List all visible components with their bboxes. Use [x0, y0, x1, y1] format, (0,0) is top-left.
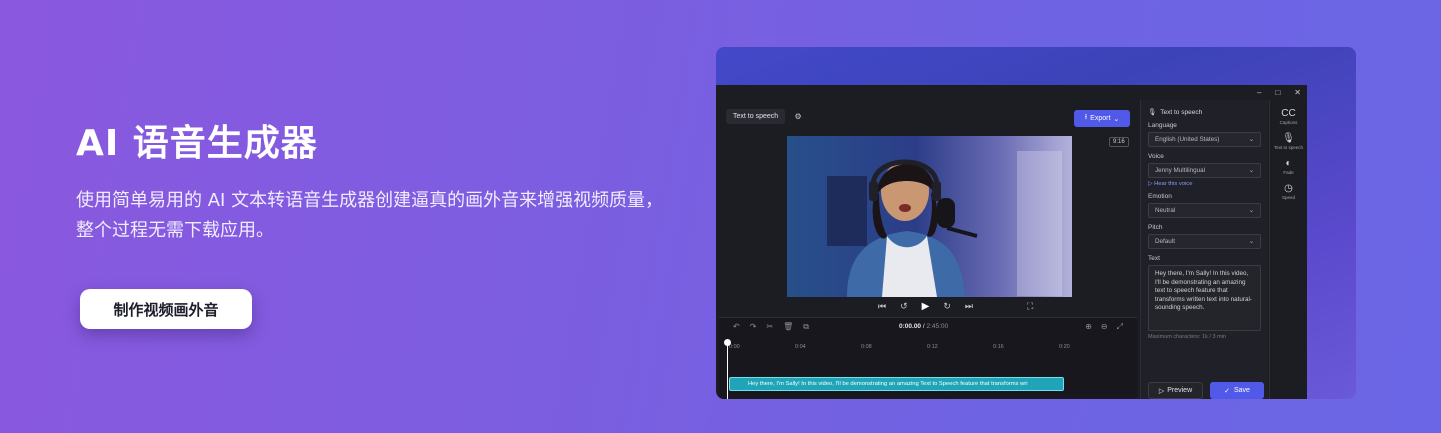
check-icon: ✓: [1224, 387, 1230, 395]
minimize-icon[interactable]: –: [1257, 88, 1261, 97]
panel-header: 🎙 Text to speech: [1148, 108, 1261, 117]
rail-label: Speed: [1281, 195, 1295, 200]
close-icon[interactable]: ✕: [1294, 88, 1301, 97]
rail-label: Captions: [1279, 120, 1298, 125]
save-label: Save: [1233, 387, 1250, 394]
timecode: 0:00.00 / 2:45:00: [899, 323, 949, 330]
rail-item-speed[interactable]: ◷ Speed: [1270, 183, 1307, 200]
rail-item-fade[interactable]: ◐ Fade: [1270, 158, 1307, 175]
ruler-tick: 0:04: [795, 344, 806, 350]
panel-title: Text to speech: [1160, 108, 1203, 116]
max-characters-note: Maximum characters: 1k / 3 min: [1148, 334, 1226, 340]
chevron-down-icon: ⌄: [1248, 136, 1254, 143]
chevron-down-icon: ⌄: [1248, 167, 1254, 174]
export-button[interactable]: ⭱ Export ⌄: [1074, 110, 1130, 127]
voice-label: Voice: [1148, 153, 1164, 160]
woman-podcasting-image: [787, 136, 1072, 297]
timeline-ruler: 0:00 0:04 0:08 0:12 0:16 0:20: [729, 344, 1129, 354]
save-button[interactable]: ✓ Save: [1210, 382, 1264, 399]
rail-label: Fade: [1283, 170, 1294, 175]
current-time: 0:00.00: [899, 323, 922, 330]
pitch-select[interactable]: Default ⌄: [1148, 234, 1261, 249]
ruler-tick: 0:16: [993, 344, 1004, 350]
window-controls: – □ ✕: [1257, 88, 1301, 97]
microphone-icon: 🎙: [1148, 109, 1157, 116]
rail-item-text-to-speech[interactable]: 🎙 Text to speech: [1270, 133, 1307, 150]
text-label: Text: [1148, 255, 1160, 262]
forward-5-icon[interactable]: ↻: [943, 301, 951, 312]
ruler-tick: 0:08: [861, 344, 872, 350]
ruler-tick: 0:00: [729, 344, 740, 350]
speed-icon: ◷: [1284, 183, 1293, 194]
editor-window: – □ ✕ Text to speech ⚙ ⭱ Export ⌄ 9:16 ⏮…: [716, 85, 1307, 399]
playhead[interactable]: [724, 339, 731, 399]
rail-label: Text to speech: [1273, 145, 1304, 150]
speech-text-input[interactable]: Hey there, I'm Sally! In this video, I'l…: [1148, 265, 1261, 331]
audio-clip[interactable]: Hey there, I'm Sally! In this video, I'l…: [729, 377, 1064, 391]
zoom-in-icon[interactable]: ⊕: [1085, 322, 1092, 332]
product-screenshot: – □ ✕ Text to speech ⚙ ⭱ Export ⌄ 9:16 ⏮…: [716, 47, 1356, 399]
playback-controls: ⏮ ↺ ▶ ↻ ⏭ ⛶: [878, 301, 1033, 312]
zoom-controls: ⊕ ⊖ ⤢: [1085, 322, 1123, 332]
ruler-tick: 0:12: [927, 344, 938, 350]
maximize-icon[interactable]: □: [1275, 88, 1280, 97]
language-label: Language: [1148, 122, 1177, 129]
fade-icon: ◐: [1285, 158, 1292, 169]
hear-voice-link[interactable]: ▷ Hear this voice: [1148, 181, 1261, 187]
preview-label: Preview: [1167, 387, 1193, 394]
panel-actions: ▷ Preview ✓ Save: [1148, 382, 1264, 399]
skip-back-icon[interactable]: ⏮: [878, 301, 886, 312]
hero-description: 使用简单易用的 AI 文本转语音生成器创建逼真的画外音来增强视频质量，整个过程无…: [76, 190, 664, 241]
export-label: Export: [1090, 115, 1111, 122]
emotion-value: Neutral: [1155, 207, 1176, 214]
settings-icon[interactable]: ⚙: [791, 110, 805, 124]
pitch-label: Pitch: [1148, 224, 1163, 231]
aspect-ratio-badge[interactable]: 9:16: [1109, 137, 1129, 147]
rewind-5-icon[interactable]: ↺: [900, 301, 908, 312]
pitch-value: Default: [1155, 238, 1175, 245]
total-time: 2:45:00: [926, 323, 949, 330]
timeline: ↶ ↷ ✂ 🗑 ⧉ 0:00.00 / 2:45:00 ⊕ ⊖ ⤢ 0:00 0…: [719, 317, 1137, 399]
upload-icon: ⭱: [1084, 114, 1088, 121]
delete-icon[interactable]: 🗑: [783, 322, 793, 332]
preview-button[interactable]: ▷ Preview: [1148, 382, 1203, 399]
hero-content: AI 语音生成器 使用简单易用的 AI 文本转语音生成器创建逼真的画外音来增强视…: [76, 118, 676, 246]
chevron-down-icon: ⌄: [1248, 238, 1254, 245]
captions-icon: CC: [1281, 108, 1296, 119]
skip-forward-icon[interactable]: ⏭: [965, 301, 973, 312]
tab-text-to-speech[interactable]: Text to speech: [726, 109, 786, 124]
make-voiceover-button[interactable]: 制作视频画外音: [80, 289, 252, 329]
language-value: English (United States): [1155, 136, 1220, 143]
text-to-speech-panel: 🎙 Text to speech Language English (Unite…: [1140, 100, 1268, 399]
undo-icon[interactable]: ↶: [733, 322, 740, 332]
editor-topbar: Text to speech ⚙: [726, 109, 805, 124]
fullscreen-icon[interactable]: ⛶: [1027, 301, 1033, 312]
play-icon[interactable]: ▶: [922, 301, 930, 312]
video-preview: [787, 136, 1072, 297]
split-icon[interactable]: ✂: [766, 322, 773, 332]
microphone-icon: 🎙: [1282, 133, 1295, 144]
voice-select[interactable]: Jenny Multilingual ⌄: [1148, 163, 1261, 178]
voice-value: Jenny Multilingual: [1155, 167, 1206, 174]
emotion-label: Emotion: [1148, 193, 1172, 200]
duplicate-icon[interactable]: ⧉: [803, 322, 809, 332]
fit-icon[interactable]: ⤢: [1117, 322, 1123, 332]
hear-voice-label: Hear this voice: [1154, 181, 1193, 187]
emotion-select[interactable]: Neutral ⌄: [1148, 203, 1261, 218]
redo-icon[interactable]: ↷: [750, 322, 757, 332]
play-icon: ▷: [1158, 387, 1165, 395]
ruler-tick: 0:20: [1059, 344, 1070, 350]
timeline-tools: ↶ ↷ ✂ 🗑 ⧉: [733, 322, 809, 332]
chevron-down-icon: ⌄: [1113, 115, 1120, 123]
rail-item-captions[interactable]: CC Captions: [1270, 108, 1307, 125]
language-select[interactable]: English (United States) ⌄: [1148, 132, 1261, 147]
zoom-out-icon[interactable]: ⊖: [1101, 322, 1108, 332]
hero-title: AI 语音生成器: [76, 123, 318, 164]
properties-rail: CC Captions 🎙 Text to speech ◐ Fade ◷ Sp…: [1269, 100, 1307, 399]
play-circle-icon: ▷: [1148, 181, 1153, 187]
chevron-down-icon: ⌄: [1248, 207, 1254, 214]
